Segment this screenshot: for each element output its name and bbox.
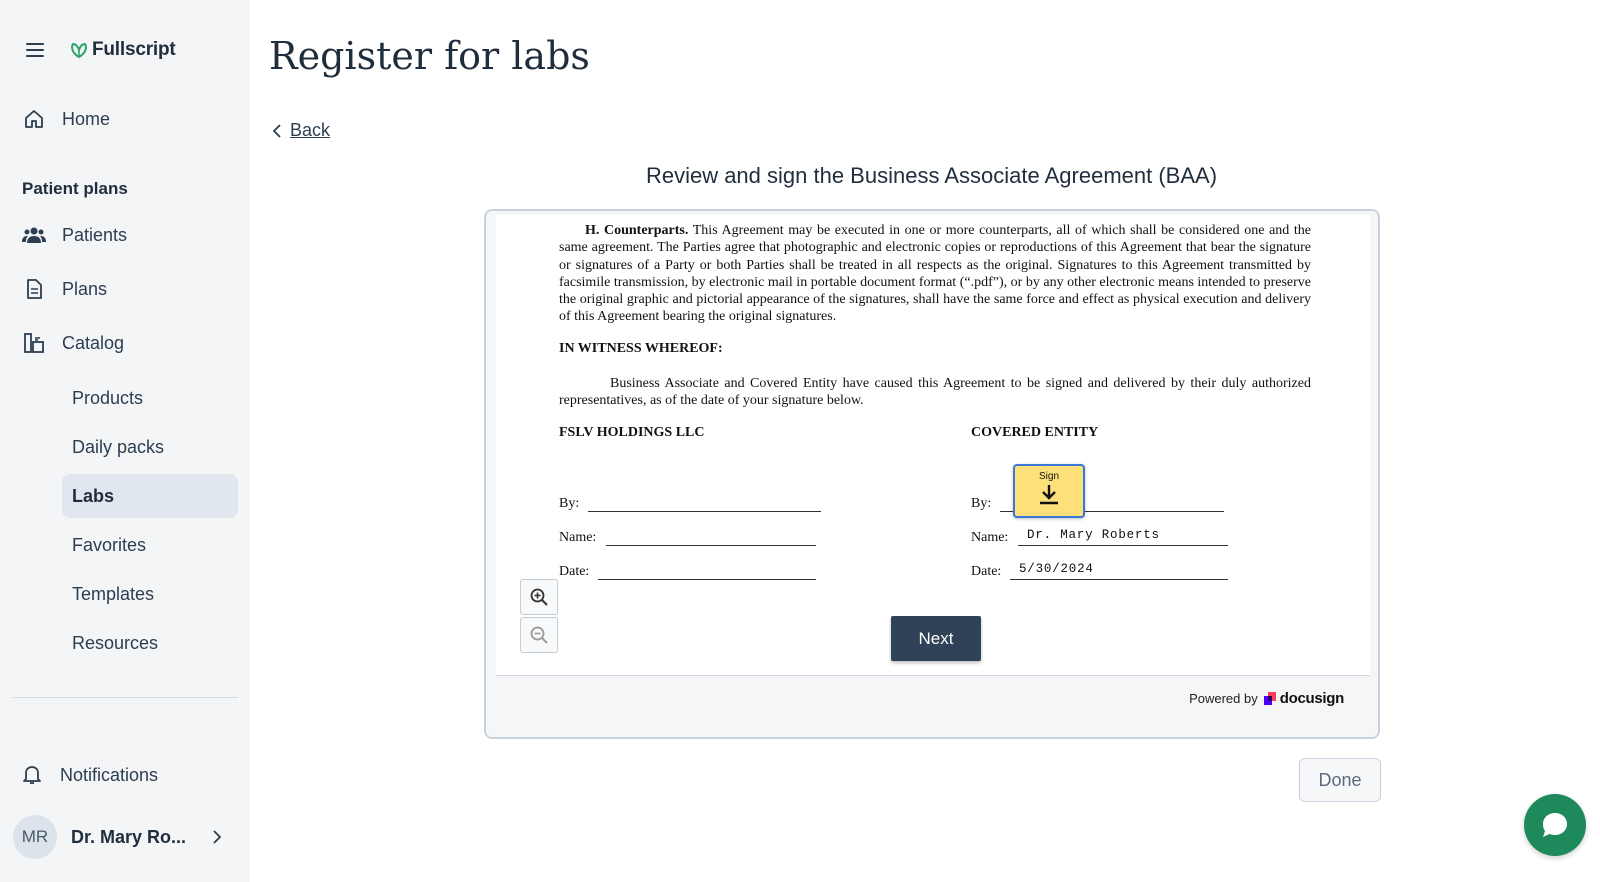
party-right: COVERED ENTITY [971, 425, 1099, 440]
docusign-frame: H. Counterparts. This Agreement may be e… [484, 209, 1380, 739]
nav-item-plans[interactable]: Plans [22, 277, 107, 301]
logo[interactable]: Fullscript [70, 39, 176, 61]
next-button[interactable]: Next [891, 616, 981, 661]
sidebar-divider [13, 697, 238, 698]
document-icon [22, 277, 46, 301]
page-title: Register for labs [269, 34, 590, 78]
leaf-logo-icon [71, 42, 87, 58]
back-label: Back [290, 120, 331, 140]
user-menu[interactable]: MR Dr. Mary Ro... [13, 815, 223, 859]
chevron-right-icon [213, 830, 222, 844]
right-by-label: By: [971, 496, 992, 511]
zoom-out-button[interactable] [520, 617, 558, 653]
chevron-left-icon [272, 123, 281, 138]
home-icon [22, 107, 46, 131]
chat-button[interactable] [1524, 794, 1586, 856]
bell-icon [20, 763, 44, 787]
right-name-line [1018, 545, 1228, 546]
sidebar-item-daily-packs[interactable]: Daily packs [62, 425, 238, 469]
sidebar-item-templates[interactable]: Templates [62, 572, 238, 616]
menu-icon[interactable] [26, 43, 44, 57]
sidebar-item-products[interactable]: Products [62, 376, 238, 420]
left-name-line [606, 545, 816, 546]
logo-text: Fullscript [92, 39, 176, 60]
sidebar: Fullscript Home Patient plans Patients P… [0, 0, 250, 882]
sidebar-item-labs[interactable]: Labs [62, 474, 238, 518]
done-button[interactable]: Done [1299, 758, 1381, 802]
nav-item-patients[interactable]: Patients [22, 223, 127, 247]
nav-label-notifications: Notifications [60, 764, 159, 785]
nav-label-catalog: Catalog [62, 332, 125, 353]
sidebar-item-resources[interactable]: Resources [62, 621, 238, 665]
left-by-label: By: [559, 496, 580, 511]
docusign-logo: docusign [1263, 690, 1345, 707]
sign-tag-label: Sign [1038, 471, 1059, 482]
zoom-in-icon [530, 588, 548, 606]
witness-heading: IN WITNESS WHEREOF: [559, 341, 723, 356]
back-link[interactable]: Back [272, 120, 330, 141]
party-left: FSLV HOLDINGS LLC [559, 425, 705, 440]
nav-item-catalog[interactable]: Catalog [22, 331, 124, 355]
nav-label-home: Home [62, 108, 111, 129]
sign-here-tag[interactable]: Sign [1013, 464, 1085, 518]
right-date-line [1010, 579, 1228, 580]
right-date-value[interactable]: 5/30/2024 [1019, 562, 1094, 576]
nav-label-patients: Patients [62, 224, 128, 245]
user-name: Dr. Mary Ro... [71, 826, 187, 847]
left-date-label: Date: [559, 564, 590, 579]
zoom-in-button[interactable] [520, 579, 558, 615]
docusign-text: docusign [1279, 690, 1345, 707]
avatar: MR [13, 815, 57, 859]
document-heading: Review and sign the Business Associate A… [645, 163, 1218, 188]
section-title-patient-plans: Patient plans [22, 179, 128, 198]
witness-paragraph: Business Associate and Covered Entity ha… [559, 376, 1311, 409]
patients-icon [22, 223, 46, 247]
counterparts-text: This Agreement may be executed in one or… [559, 223, 1311, 325]
chat-bubble-icon [1543, 813, 1567, 837]
zoom-out-icon [530, 626, 548, 644]
nav-label-plans: Plans [62, 278, 108, 299]
catalog-icon [22, 331, 46, 355]
right-name-label: Name: [971, 530, 1009, 545]
nav-item-notifications[interactable]: Notifications [20, 763, 158, 787]
left-by-line [588, 511, 821, 512]
right-name-value[interactable]: Dr. Mary Roberts [1027, 528, 1160, 542]
document-page: H. Counterparts. This Agreement may be e… [496, 215, 1370, 676]
powered-by-text: Powered by [1189, 691, 1258, 706]
right-date-label: Date: [971, 564, 1002, 579]
powered-by-docusign: Powered by docusign [1189, 690, 1344, 707]
counterparts-paragraph: H. Counterparts. This Agreement may be e… [559, 222, 1311, 326]
sidebar-item-favorites[interactable]: Favorites [62, 523, 238, 567]
counterparts-heading: H. Counterparts. [585, 223, 689, 238]
docusign-mark-icon [1263, 691, 1276, 705]
left-date-line [598, 579, 816, 580]
nav-item-home[interactable]: Home [22, 107, 110, 131]
download-arrow-icon [1040, 485, 1058, 505]
left-name-label: Name: [559, 530, 597, 545]
